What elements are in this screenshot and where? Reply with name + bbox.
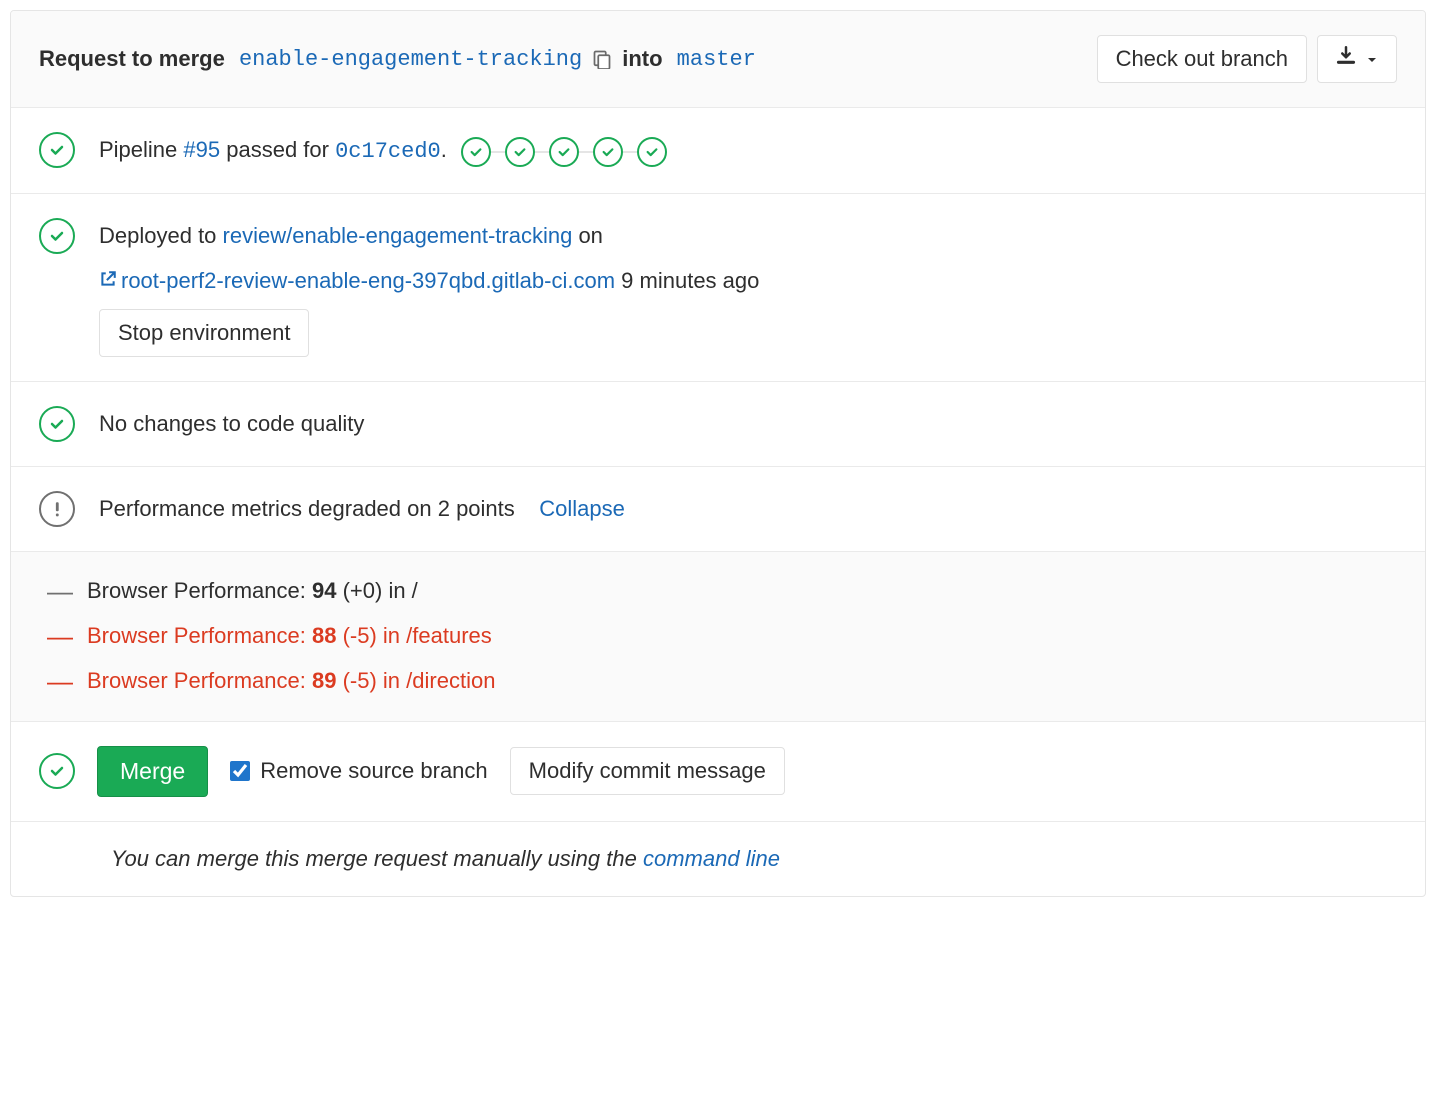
performance-section: Performance metrics degraded on 2 points… xyxy=(11,467,1425,552)
modify-commit-message-button[interactable]: Modify commit message xyxy=(510,747,785,795)
danger-dash-icon: — xyxy=(47,666,67,697)
pipeline-stage-icon[interactable] xyxy=(505,137,535,167)
copy-icon[interactable] xyxy=(592,49,612,69)
status-success-icon xyxy=(39,753,75,789)
footer-text: You can merge this merge request manuall… xyxy=(111,846,637,871)
metric-row: — Browser Performance: 94 (+0) in / xyxy=(47,576,1397,607)
pipeline-stage-icon[interactable] xyxy=(549,137,579,167)
deploy-env-link[interactable]: review/enable-engagement-tracking xyxy=(223,223,573,248)
header-prefix: Request to merge xyxy=(39,46,225,72)
deploy-on: on xyxy=(578,223,602,248)
stop-environment-button[interactable]: Stop environment xyxy=(99,309,309,357)
metric-row: — Browser Performance: 89 (-5) in /direc… xyxy=(47,666,1397,697)
pipeline-prefix: Pipeline xyxy=(99,137,177,162)
metric-label: Browser Performance: xyxy=(87,668,306,693)
pipeline-commit-link[interactable]: 0c17ced0 xyxy=(335,139,441,164)
metric-delta: (-5) in /direction xyxy=(343,668,496,693)
target-branch-link[interactable]: master xyxy=(677,47,756,72)
merge-request-header: Request to merge enable-engagement-track… xyxy=(11,11,1425,108)
chevron-down-icon xyxy=(1366,46,1378,72)
deploy-section: Deployed to review/enable-engagement-tra… xyxy=(11,194,1425,381)
deploy-url-link[interactable]: root-perf2-review-enable-eng-397qbd.gitl… xyxy=(121,268,615,293)
into-text: into xyxy=(622,46,662,72)
pipeline-stage-icon[interactable] xyxy=(637,137,667,167)
metric-value: 89 xyxy=(312,668,336,693)
pipeline-stage-icon[interactable] xyxy=(461,137,491,167)
status-success-icon xyxy=(39,132,75,168)
download-icon xyxy=(1336,46,1356,72)
pipeline-number-link[interactable]: #95 xyxy=(183,137,220,162)
metric-label: Browser Performance: xyxy=(87,623,306,648)
metric-delta: (+0) in / xyxy=(343,578,418,603)
source-branch-link[interactable]: enable-engagement-tracking xyxy=(239,47,582,72)
code-quality-section: No changes to code quality xyxy=(11,382,1425,467)
pipeline-suffix: . xyxy=(441,137,447,162)
neutral-dash-icon: — xyxy=(47,576,67,607)
manual-merge-footer: You can merge this merge request manuall… xyxy=(11,822,1425,896)
code-quality-text: No changes to code quality xyxy=(99,411,364,436)
remove-source-branch-input[interactable] xyxy=(230,761,250,781)
merge-section: Merge Remove source branch Modify commit… xyxy=(11,722,1425,822)
external-link-icon xyxy=(99,263,117,281)
status-success-icon xyxy=(39,218,75,254)
metric-label: Browser Performance: xyxy=(87,578,306,603)
status-warning-icon xyxy=(39,491,75,527)
performance-detail-section: — Browser Performance: 94 (+0) in / — Br… xyxy=(11,552,1425,722)
deploy-time: 9 minutes ago xyxy=(621,268,759,293)
metric-delta: (-5) in /features xyxy=(343,623,492,648)
metric-value: 88 xyxy=(312,623,336,648)
remove-source-branch-label: Remove source branch xyxy=(260,758,487,784)
pipeline-status: passed for xyxy=(226,137,329,162)
metric-value: 94 xyxy=(312,578,336,603)
status-success-icon xyxy=(39,406,75,442)
checkout-branch-button[interactable]: Check out branch xyxy=(1097,35,1307,83)
deploy-prefix: Deployed to xyxy=(99,223,216,248)
collapse-link[interactable]: Collapse xyxy=(539,496,625,521)
pipeline-section: Pipeline #95 passed for 0c17ced0. xyxy=(11,108,1425,194)
merge-button[interactable]: Merge xyxy=(97,746,208,797)
danger-dash-icon: — xyxy=(47,621,67,652)
download-dropdown-button[interactable] xyxy=(1317,35,1397,83)
performance-summary: Performance metrics degraded on 2 points xyxy=(99,496,515,521)
pipeline-stage-icon[interactable] xyxy=(593,137,623,167)
remove-source-branch-checkbox[interactable]: Remove source branch xyxy=(230,758,487,784)
metric-row: — Browser Performance: 88 (-5) in /featu… xyxy=(47,621,1397,652)
command-line-link[interactable]: command line xyxy=(643,846,780,871)
